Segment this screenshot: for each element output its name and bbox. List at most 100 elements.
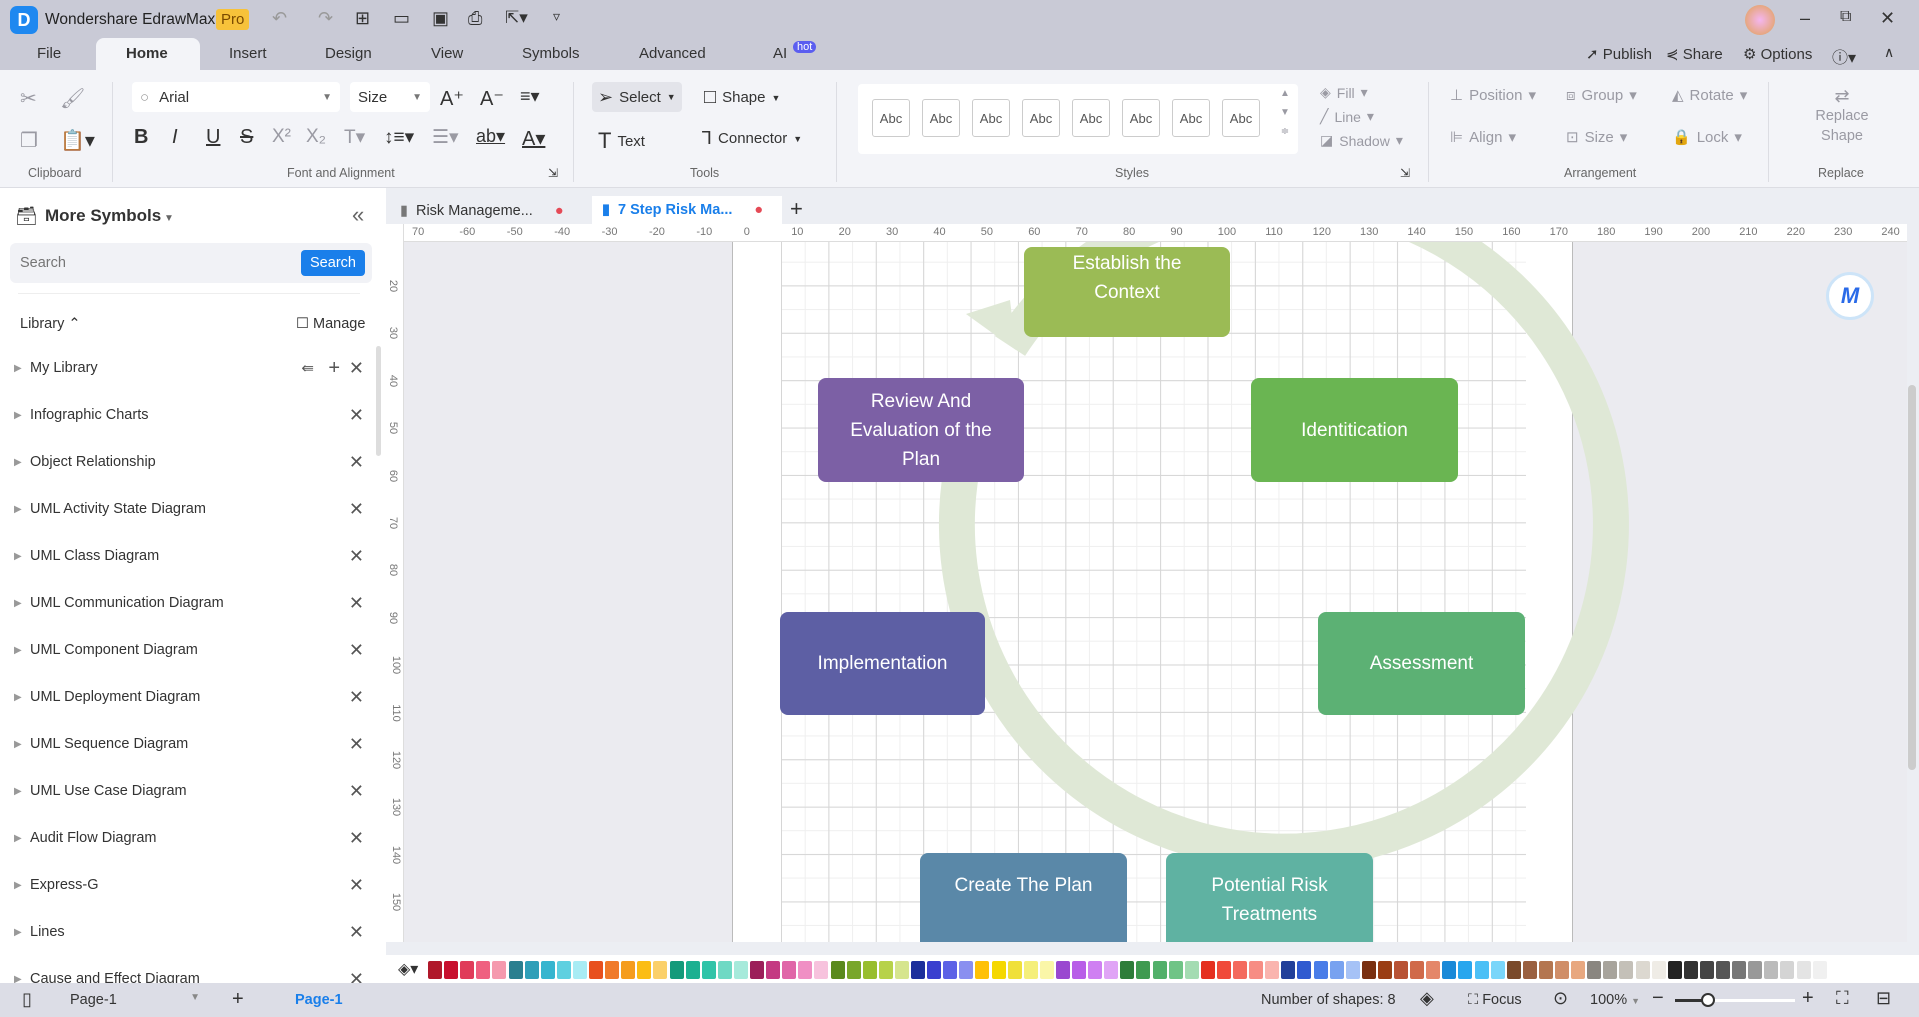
collapse-sidebar-icon[interactable]: « (352, 202, 364, 228)
symbol-search-input[interactable] (20, 250, 290, 276)
color-swatch[interactable] (733, 961, 748, 979)
color-swatch[interactable] (1716, 961, 1730, 979)
line-spacing-icon[interactable]: ↕≡▾ (384, 126, 414, 149)
zoom-out-icon[interactable]: − (1652, 987, 1664, 1010)
color-swatch[interactable] (959, 961, 974, 979)
italic-icon[interactable]: I (172, 126, 178, 149)
open-folder-icon[interactable]: ▭ (393, 8, 410, 29)
font-size-select[interactable]: Size ▼ (350, 82, 430, 112)
shape-review[interactable]: Review And Evaluation of the Plan (818, 378, 1024, 482)
color-swatch[interactable] (1168, 961, 1183, 979)
color-swatch[interactable] (637, 961, 652, 979)
close-icon[interactable]: ✕ (349, 828, 364, 849)
superscript-icon[interactable]: X² (272, 126, 291, 148)
close-icon[interactable]: ✕ (349, 499, 364, 520)
subscript-icon[interactable]: X₂ (306, 126, 326, 148)
color-swatch[interactable] (717, 961, 732, 979)
color-swatch[interactable] (1651, 961, 1666, 979)
vertical-scrollbar[interactable] (1908, 385, 1916, 770)
new-icon[interactable]: ⊞ (355, 8, 370, 29)
doc-tab[interactable]: ▮ Risk Manageme... ● (400, 200, 580, 222)
page-tab[interactable]: Page-1 (295, 992, 343, 1008)
color-swatch[interactable] (991, 961, 1006, 979)
color-swatch[interactable] (782, 961, 797, 979)
play-icon[interactable]: ⊙ (1553, 988, 1568, 1009)
shadow-button[interactable]: ◪ Shadow ▾ (1320, 132, 1403, 149)
color-swatch[interactable] (1039, 961, 1054, 979)
close-icon[interactable]: ✕ (349, 875, 364, 896)
menu-design[interactable]: Design (325, 45, 372, 62)
bold-icon[interactable]: B (134, 126, 148, 149)
zoom-slider[interactable] (1675, 993, 1795, 1007)
color-swatch[interactable] (1780, 961, 1795, 979)
fill-button[interactable]: ◈ Fill ▾ (1320, 84, 1368, 101)
color-swatch[interactable] (1410, 961, 1425, 979)
color-swatch[interactable] (1619, 961, 1634, 979)
menu-home[interactable]: Home (126, 45, 168, 62)
library-item[interactable]: ▶ UML Sequence Diagram ✕ (0, 724, 380, 764)
close-icon[interactable]: ✕ (349, 452, 364, 473)
menu-ai[interactable]: AI (773, 45, 787, 62)
color-swatch[interactable] (1764, 961, 1779, 979)
color-swatch[interactable] (1184, 961, 1199, 979)
color-swatch[interactable] (1571, 961, 1586, 979)
shape-tool[interactable]: □ Shape ▼ (704, 86, 780, 109)
library-item[interactable]: ▶ UML Use Case Diagram ✕ (0, 771, 380, 811)
color-swatch[interactable] (1587, 961, 1602, 979)
print-icon[interactable]: ⎙ (468, 8, 482, 29)
decrease-font-icon[interactable]: A⁻ (480, 86, 504, 111)
add-icon[interactable]: + (328, 357, 340, 380)
color-swatch[interactable] (1152, 961, 1167, 979)
color-swatch[interactable] (1442, 961, 1457, 979)
line-button[interactable]: ╱ Line ▾ (1320, 108, 1374, 125)
library-item[interactable]: ▶ Lines ✕ (0, 912, 380, 952)
menu-insert[interactable]: Insert (229, 45, 267, 62)
size-button[interactable]: ⊡ Size ▾ (1566, 128, 1627, 147)
color-swatch[interactable] (605, 961, 620, 979)
color-swatch[interactable] (524, 961, 539, 979)
color-swatch[interactable] (653, 961, 668, 979)
color-swatch[interactable] (1007, 961, 1022, 979)
bullets-icon[interactable]: ☰▾ (432, 126, 459, 149)
increase-font-icon[interactable]: A⁺ (440, 86, 464, 111)
color-swatch[interactable] (444, 961, 459, 979)
customize-icon[interactable]: ▿ (553, 8, 560, 25)
menu-symbols[interactable]: Symbols (522, 45, 580, 62)
symbol-search-button[interactable]: Search (301, 250, 365, 276)
color-swatch[interactable] (1426, 961, 1441, 979)
color-swatch[interactable] (1812, 961, 1827, 979)
close-icon[interactable]: ✕ (349, 593, 364, 614)
color-swatch[interactable] (428, 961, 442, 979)
color-swatch[interactable] (750, 961, 764, 979)
color-swatch[interactable] (1394, 961, 1408, 979)
color-swatch[interactable] (1506, 961, 1521, 979)
color-swatch[interactable] (1297, 961, 1312, 979)
color-swatch[interactable] (1313, 961, 1328, 979)
cut-icon[interactable]: ✂ (20, 86, 37, 111)
sidebar-scrollbar[interactable] (376, 346, 381, 456)
connector-tool[interactable]: ⅂ Connector ▼ (702, 128, 802, 149)
select-tool[interactable]: ➢ Select ▼ (592, 82, 682, 112)
library-item[interactable]: ▶ Express-G ✕ (0, 865, 380, 905)
color-swatch[interactable] (846, 961, 861, 979)
color-swatch[interactable] (1796, 961, 1811, 979)
color-swatch[interactable] (701, 961, 716, 979)
color-swatch[interactable] (1490, 961, 1505, 979)
help-icon[interactable]: ⓘ▾ (1832, 44, 1856, 68)
restore-icon[interactable]: ⧉ (1840, 8, 1851, 26)
shape-implementation[interactable]: Implementation (780, 612, 985, 715)
color-swatch[interactable] (927, 961, 942, 979)
color-swatch[interactable] (460, 961, 475, 979)
library-item[interactable]: ▶ UML Activity State Diagram ✕ (0, 489, 380, 529)
color-swatch[interactable] (556, 961, 571, 979)
color-swatch[interactable] (669, 961, 684, 979)
style-swatch[interactable]: Abc (1072, 99, 1110, 137)
styles-scroll-icon[interactable]: ▲ ▼ ≑ (1280, 88, 1290, 137)
zoom-in-icon[interactable]: + (1802, 987, 1814, 1010)
lock-button[interactable]: 🔒 Lock ▾ (1672, 128, 1742, 147)
color-swatch[interactable] (621, 961, 636, 979)
add-tab-icon[interactable]: + (790, 196, 803, 222)
library-item[interactable]: ▶ UML Communication Diagram ✕ (0, 583, 380, 623)
color-swatch[interactable] (572, 961, 587, 979)
color-swatch[interactable] (1136, 961, 1151, 979)
